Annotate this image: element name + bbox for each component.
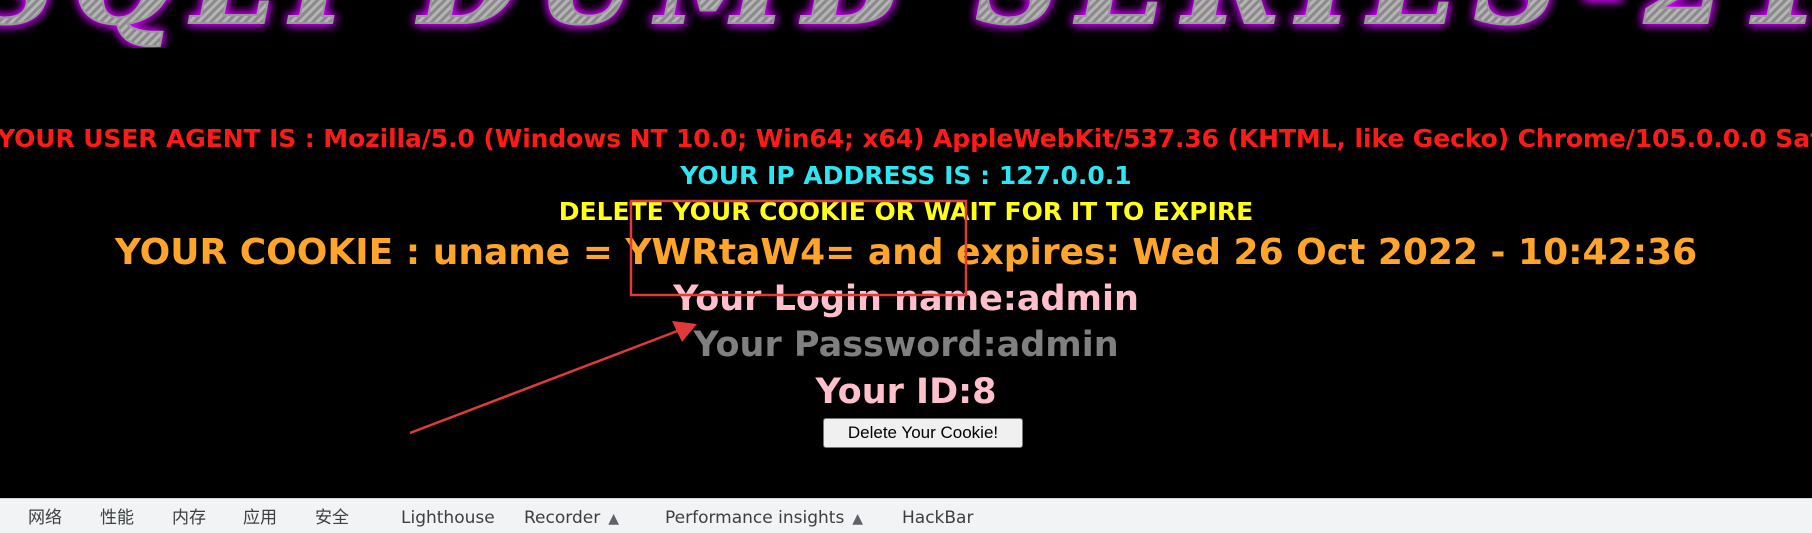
page-banner: SQLI DUMB SERIES-21 bbox=[0, 0, 1812, 48]
tab-security[interactable]: 安全 bbox=[315, 510, 349, 527]
login-name-text: Your Login name:admin bbox=[673, 279, 1139, 319]
tab-recorder[interactable]: Recorder ▲ bbox=[524, 510, 619, 527]
user-agent-text: YOUR USER AGENT IS : Mozilla/5.0 (Window… bbox=[0, 124, 1812, 153]
cookie-value-text: YOUR COOKIE : uname = YWRtaW4= and expir… bbox=[114, 232, 1698, 273]
tab-memory[interactable]: 内存 bbox=[172, 510, 206, 527]
delete-cookie-button[interactable]: Delete Your Cookie! bbox=[823, 418, 1023, 448]
tab-performance-insights[interactable]: Performance insights ▲ bbox=[665, 510, 863, 527]
password-text: Your Password:admin bbox=[693, 325, 1119, 365]
flask-icon: ▲ bbox=[608, 511, 619, 527]
tab-network[interactable]: 网络 bbox=[28, 510, 62, 527]
flask-icon: ▲ bbox=[852, 511, 864, 527]
tab-lighthouse[interactable]: Lighthouse bbox=[401, 510, 495, 527]
browser-page: SQLI DUMB SERIES-21 YOUR USER AGENT IS :… bbox=[0, 0, 1812, 533]
tab-hackbar[interactable]: HackBar bbox=[902, 510, 973, 527]
user-id-text: Your ID:8 bbox=[815, 372, 997, 412]
tab-performance[interactable]: 性能 bbox=[100, 510, 134, 527]
banner-title-text: SQLI DUMB SERIES-21 bbox=[0, 0, 1812, 48]
ip-address-text: YOUR IP ADDRESS IS : 127.0.0.1 bbox=[680, 161, 1132, 190]
cookie-warning-text: DELETE YOUR COOKIE OR WAIT FOR IT TO EXP… bbox=[558, 197, 1254, 226]
tab-application[interactable]: 应用 bbox=[243, 510, 277, 527]
banner-title-image: SQLI DUMB SERIES-21 bbox=[0, 0, 1812, 48]
devtools-tab-bar: 网络 性能 内存 应用 安全 Lighthouse Recorder ▲ Perf… bbox=[0, 498, 1812, 533]
